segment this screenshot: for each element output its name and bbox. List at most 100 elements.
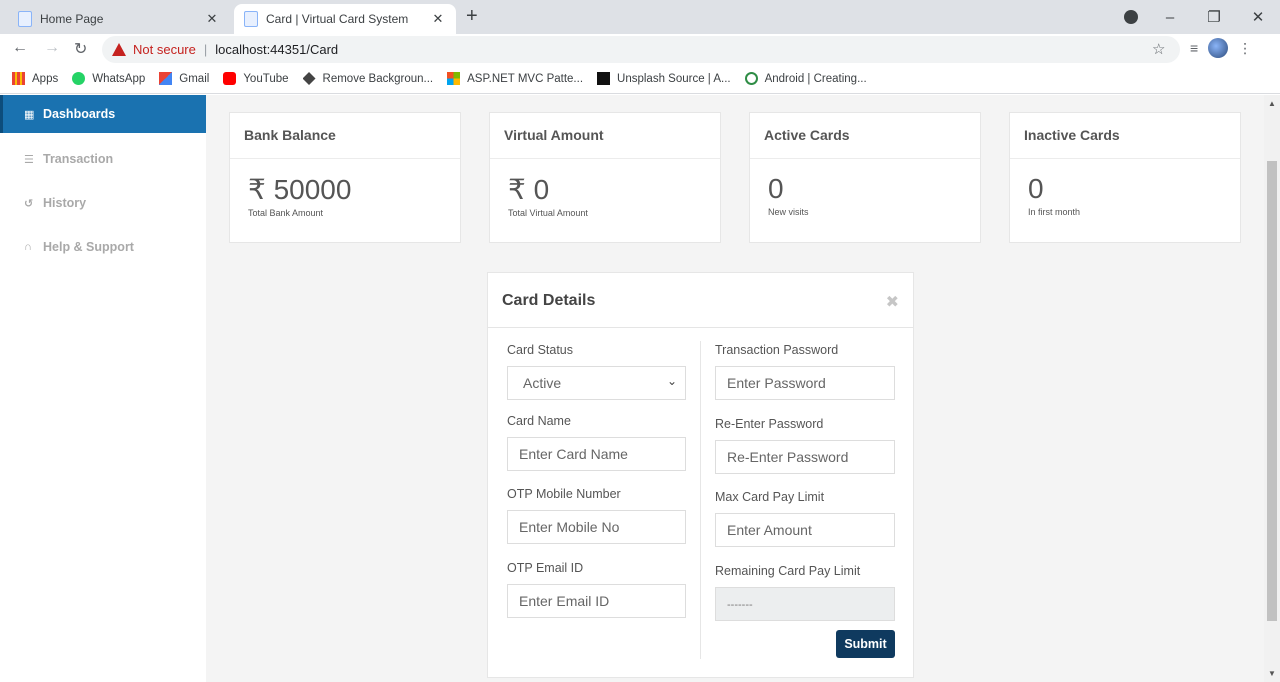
- stat-value: 0: [1028, 173, 1044, 204]
- warning-icon: [112, 43, 126, 56]
- close-icon[interactable]: ✕: [430, 11, 446, 27]
- otp-email-input[interactable]: Enter Email ID: [507, 584, 686, 618]
- geeks-icon: [744, 72, 758, 85]
- page-content: ▦ Dashboards ☰ Transaction ↺ History ∩ H…: [0, 95, 1264, 682]
- stat-value: ₹ 50000: [248, 174, 352, 205]
- avatar[interactable]: [1208, 38, 1229, 58]
- unsplash-icon: [597, 72, 611, 85]
- sidebar: ▦ Dashboards ☰ Transaction ↺ History ∩ H…: [0, 95, 206, 682]
- card-status-label: Card Status: [507, 343, 574, 357]
- browser-tab-card[interactable]: Card | Virtual Card System ✕: [234, 4, 456, 34]
- bookmark-remove-background[interactable]: Remove Backgroun...: [302, 72, 433, 85]
- max-limit-label: Max Card Pay Limit: [715, 490, 825, 504]
- bookmark-gmail[interactable]: Gmail: [159, 72, 209, 85]
- submit-button[interactable]: Submit: [836, 630, 895, 658]
- bookmark-whatsapp[interactable]: WhatsApp: [72, 72, 145, 85]
- gmail-icon: [159, 72, 173, 85]
- reading-list-icon[interactable]: ≡: [1190, 40, 1198, 56]
- minimize-icon[interactable]: –: [1148, 9, 1192, 26]
- stat-title: Bank Balance: [230, 113, 460, 159]
- otp-mobile-label: OTP Mobile Number: [507, 487, 621, 501]
- browser-tab-home[interactable]: Home Page ✕: [8, 4, 230, 34]
- scroll-down-icon[interactable]: ▼: [1268, 669, 1276, 678]
- stat-caption: Total Virtual Amount: [508, 208, 588, 218]
- scroll-thumb[interactable]: [1267, 161, 1277, 621]
- browser-tabstrip: Home Page ✕ Card | Virtual Card System ✕…: [0, 0, 1280, 34]
- remaining-limit-field: -------: [715, 587, 895, 621]
- sidebar-item-label: Dashboards: [43, 107, 116, 121]
- sidebar-item-label: Help & Support: [43, 240, 134, 254]
- back-icon[interactable]: ←: [12, 39, 28, 57]
- close-icon[interactable]: ✖: [886, 292, 899, 312]
- restore-icon[interactable]: ❐: [1192, 8, 1236, 26]
- support-icon: ∩: [24, 241, 32, 253]
- card-status-select[interactable]: Active ⌄: [507, 366, 686, 400]
- transaction-password-input[interactable]: Enter Password: [715, 366, 895, 400]
- bookmark-apps[interactable]: Apps: [12, 72, 58, 85]
- reenter-password-input[interactable]: Re-Enter Password: [715, 440, 895, 474]
- chevron-down-icon: ⌄: [666, 374, 677, 388]
- reenter-password-label: Re-Enter Password: [715, 417, 824, 431]
- stat-title: Inactive Cards: [1010, 113, 1240, 159]
- sidebar-item-transaction[interactable]: ☰ Transaction: [0, 137, 206, 181]
- separator: |: [203, 42, 208, 57]
- grid-icon: ▦: [24, 108, 35, 121]
- sidebar-item-help[interactable]: ∩ Help & Support: [0, 225, 206, 269]
- stat-value: 0: [768, 173, 784, 204]
- window-controls: – ❐ ✕: [1148, 0, 1280, 34]
- stat-title: Active Cards: [750, 113, 980, 159]
- otp-email-label: OTP Email ID: [507, 561, 584, 575]
- sidebar-item-dashboards[interactable]: ▦ Dashboards: [0, 95, 206, 133]
- card-name-input[interactable]: Enter Card Name: [507, 437, 686, 471]
- stat-card-virtual-amount: Virtual Amount ₹ 0 Total Virtual Amount: [489, 112, 721, 243]
- card-details-panel: Card Details ✖ Card Status Active ⌄ Card…: [487, 272, 914, 678]
- bookmark-star-icon[interactable]: ☆: [1152, 40, 1165, 58]
- sidebar-item-label: Transaction: [43, 152, 114, 166]
- page-icon: [18, 11, 32, 27]
- stat-caption: Total Bank Amount: [248, 208, 324, 218]
- stat-card-bank-balance: Bank Balance ₹ 50000 Total Bank Amount: [229, 112, 461, 243]
- stat-title: Virtual Amount: [490, 113, 720, 159]
- stat-value: ₹ 0: [508, 174, 550, 205]
- forward-icon[interactable]: →: [44, 39, 60, 57]
- bookmark-aspnet[interactable]: ASP.NET MVC Patte...: [447, 72, 583, 85]
- reload-icon[interactable]: ↻: [74, 39, 87, 59]
- whatsapp-icon: [72, 72, 86, 85]
- page-icon: [244, 11, 258, 27]
- history-icon: ↺: [24, 197, 34, 210]
- list-icon: ☰: [24, 153, 34, 166]
- max-limit-input[interactable]: Enter Amount: [715, 513, 895, 547]
- close-icon[interactable]: ✕: [204, 11, 220, 27]
- stat-card-inactive-cards: Inactive Cards 0 In first month: [1009, 112, 1241, 243]
- sidebar-item-label: History: [43, 196, 87, 210]
- url-text[interactable]: localhost:44351/Card: [215, 42, 338, 57]
- stat-card-active-cards: Active Cards 0 New visits: [749, 112, 981, 243]
- profile-indicator-icon[interactable]: [1124, 10, 1138, 24]
- stat-caption: In first month: [1028, 207, 1081, 217]
- close-window-icon[interactable]: ✕: [1236, 8, 1280, 26]
- browser-toolbar: ← → ↻ Not secure | localhost:44351/Card …: [0, 34, 1280, 64]
- panel-header: Card Details ✖: [488, 273, 913, 328]
- transaction-password-label: Transaction Password: [715, 343, 839, 357]
- otp-mobile-input[interactable]: Enter Mobile No: [507, 510, 686, 544]
- youtube-icon: [223, 72, 237, 85]
- stat-caption: New visits: [768, 207, 809, 217]
- scroll-up-icon[interactable]: ▲: [1268, 99, 1276, 108]
- bookmarks-bar: Apps WhatsApp Gmail YouTube Remove Backg…: [0, 64, 1280, 94]
- toolbar-actions: ≡ ⋮: [1190, 38, 1252, 58]
- menu-icon[interactable]: ⋮: [1238, 40, 1252, 57]
- tab-title: Card | Virtual Card System: [266, 12, 409, 26]
- bookmark-android[interactable]: Android | Creating...: [744, 72, 867, 85]
- sidebar-item-history[interactable]: ↺ History: [0, 181, 206, 225]
- card-name-label: Card Name: [507, 414, 571, 428]
- security-label[interactable]: Not secure: [133, 42, 196, 57]
- card-status-value: Active: [523, 375, 562, 391]
- panel-title: Card Details: [502, 292, 596, 309]
- remaining-limit-label: Remaining Card Pay Limit: [715, 564, 861, 578]
- address-bar[interactable]: Not secure | localhost:44351/Card: [102, 36, 1180, 63]
- tab-title: Home Page: [40, 12, 104, 26]
- page-scrollbar[interactable]: ▲ ▼: [1264, 95, 1280, 682]
- bookmark-youtube[interactable]: YouTube: [223, 72, 289, 85]
- new-tab-icon[interactable]: +: [466, 5, 478, 28]
- bookmark-unsplash[interactable]: Unsplash Source | A...: [597, 72, 731, 85]
